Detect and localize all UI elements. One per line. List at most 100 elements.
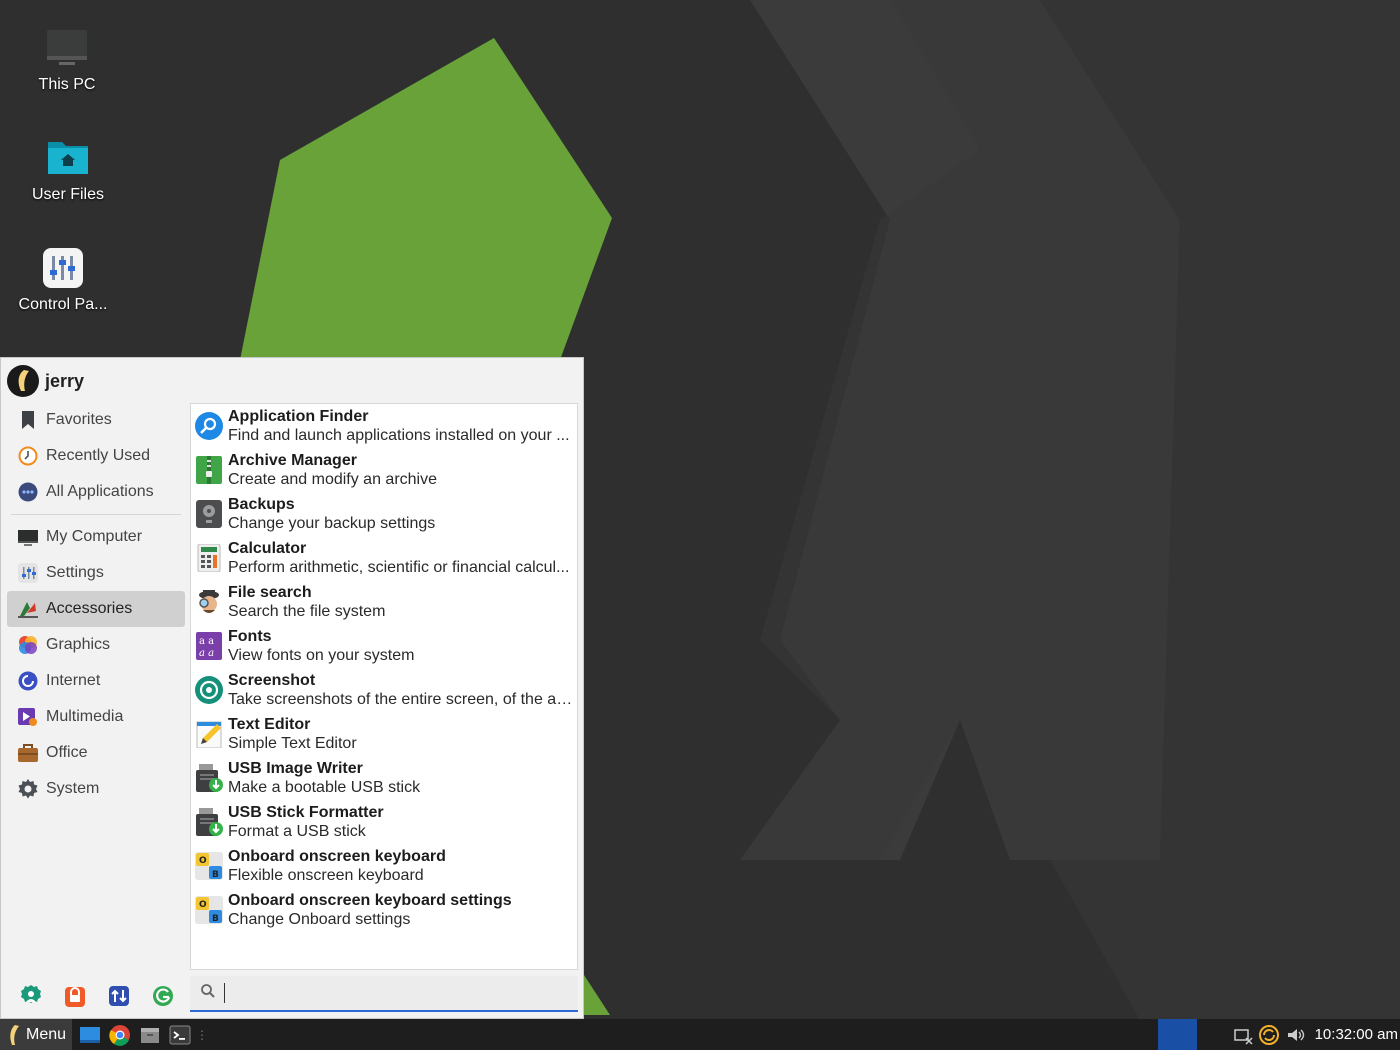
app-name: Calculator <box>228 540 307 557</box>
app-usb-image-writer[interactable]: USB Image Writer Make a bootable USB stic… <box>191 756 577 800</box>
category-label: Office <box>46 744 88 761</box>
onboard-keyboard-icon: OB <box>195 852 223 880</box>
app-file-search[interactable]: File search Search the file system <box>191 580 577 624</box>
category-label: Graphics <box>46 636 111 653</box>
category-label: System <box>46 780 100 797</box>
usb-formatter-icon <box>195 808 223 836</box>
control-panel-icon <box>41 246 85 290</box>
desktop-icon-control-panel[interactable]: Control Pa... <box>8 246 118 314</box>
app-screenshot[interactable]: Screenshot Take screenshots of the entire… <box>191 668 577 712</box>
app-description: Create and modify an archive <box>228 471 437 488</box>
app-name: USB Stick Formatter <box>228 804 384 821</box>
category-label: Settings <box>46 564 104 581</box>
clock[interactable]: 10:32:00 am <box>1315 1026 1398 1043</box>
chrome-launcher[interactable] <box>108 1023 132 1047</box>
switch-user-button[interactable] <box>105 982 135 1010</box>
monitor-icon <box>45 26 89 70</box>
taskbar-handle[interactable]: ⋮ <box>196 1028 208 1042</box>
accessories-icon <box>18 599 38 619</box>
logout-icon <box>153 986 173 1006</box>
system-tray: 10:32:00 am <box>1233 1019 1400 1050</box>
divider <box>11 514 181 515</box>
category-label: Recently Used <box>46 447 151 464</box>
session-actions <box>17 982 179 1010</box>
category-internet[interactable]: Internet <box>7 663 185 699</box>
app-text-editor[interactable]: Text Editor Simple Text Editor <box>191 712 577 756</box>
category-office[interactable]: Office <box>7 735 185 771</box>
application-menu: jerry Favorites Recently Used All Applic… <box>0 357 584 1019</box>
fonts-icon: a aa a <box>195 632 223 660</box>
settings-sliders-icon <box>18 563 38 583</box>
app-usb-stick-formatter[interactable]: USB Stick Formatter Format a USB stick <box>191 800 577 844</box>
terminal-icon <box>169 1025 191 1044</box>
category-accessories[interactable]: Accessories <box>7 591 185 627</box>
avatar <box>7 365 39 397</box>
update-icon[interactable] <box>1258 1024 1279 1045</box>
switch-user-icon <box>109 986 129 1006</box>
app-name: Onboard onscreen keyboard <box>228 848 446 865</box>
category-label: Multimedia <box>46 708 124 725</box>
volume-icon[interactable] <box>1285 1025 1305 1045</box>
app-archive-manager[interactable]: Archive Manager Create and modify an arch… <box>191 448 577 492</box>
desktop-icon-label: Control Pa... <box>18 296 108 313</box>
category-label: Favorites <box>46 411 112 428</box>
home-folder-icon <box>46 136 90 180</box>
category-list: Favorites Recently Used All Applications… <box>7 402 185 807</box>
usb-writer-icon <box>195 764 223 792</box>
category-my-computer[interactable]: My Computer <box>7 519 185 555</box>
app-name: Onboard onscreen keyboard settings <box>228 892 512 909</box>
workspace-switcher[interactable] <box>1158 1019 1197 1050</box>
app-description: Flexible onscreen keyboard <box>228 867 424 884</box>
folder-icon <box>141 1027 160 1043</box>
search-bar[interactable] <box>190 976 578 1012</box>
svg-text:a a: a a <box>199 636 214 647</box>
search-input[interactable] <box>224 983 544 1003</box>
application-list: Application Finder Find and launch applic… <box>190 403 578 970</box>
screenshot-icon <box>195 676 223 704</box>
app-backups[interactable]: Backups Change your backup settings <box>191 492 577 536</box>
terminal-launcher[interactable] <box>168 1023 192 1047</box>
app-name: Backups <box>228 496 295 513</box>
category-settings[interactable]: Settings <box>7 555 185 591</box>
all-apps-icon <box>18 482 38 502</box>
menu-button[interactable]: Menu <box>0 1019 73 1050</box>
file-manager-launcher[interactable] <box>78 1023 102 1047</box>
app-description: Change your backup settings <box>228 515 436 532</box>
category-recently-used[interactable]: Recently Used <box>7 438 185 474</box>
desktop-icon-this-pc[interactable]: This PC <box>12 26 122 94</box>
username: jerry <box>45 370 85 391</box>
internet-icon <box>18 671 38 691</box>
app-onboard-keyboard-settings[interactable]: OB Onboard onscreen keyboard settings Cha… <box>191 888 577 932</box>
lock-screen-button[interactable] <box>61 982 91 1010</box>
app-description: Search the file system <box>228 603 386 620</box>
menu-logo-icon <box>4 1023 22 1047</box>
desktop-icon-user-files[interactable]: User Files <box>13 136 123 204</box>
app-description: Find and launch applications installed o… <box>228 427 570 444</box>
category-system[interactable]: System <box>7 771 185 807</box>
svg-text:a a: a a <box>199 648 214 659</box>
app-description: Make a bootable USB stick <box>228 779 421 796</box>
app-description: Simple Text Editor <box>228 735 357 752</box>
backup-icon <box>195 500 223 528</box>
user-settings-button[interactable] <box>17 982 47 1010</box>
app-onboard-keyboard[interactable]: OB Onboard onscreen keyboard Flexible ons… <box>191 844 577 888</box>
category-multimedia[interactable]: Multimedia <box>7 699 185 735</box>
app-name: Archive Manager <box>228 452 357 469</box>
category-graphics[interactable]: Graphics <box>7 627 185 663</box>
user-settings-icon <box>21 985 41 1003</box>
logout-button[interactable] <box>149 982 179 1010</box>
app-calculator[interactable]: Calculator Perform arithmetic, scientific… <box>191 536 577 580</box>
app-name: File search <box>228 584 312 601</box>
app-application-finder[interactable]: Application Finder Find and launch applic… <box>191 404 577 448</box>
app-description: Format a USB stick <box>228 823 366 840</box>
chrome-icon <box>109 1024 131 1046</box>
category-all-applications[interactable]: All Applications <box>7 474 185 510</box>
multimedia-icon <box>18 707 38 727</box>
clock-icon <box>18 446 38 466</box>
screen-icon[interactable] <box>1233 1025 1253 1045</box>
monitor-icon <box>18 527 38 547</box>
category-favorites[interactable]: Favorites <box>7 402 185 438</box>
files-launcher[interactable] <box>138 1023 162 1047</box>
menu-user-header[interactable]: jerry <box>7 365 84 397</box>
app-fonts[interactable]: a aa a Fonts View fonts on your system <box>191 624 577 668</box>
